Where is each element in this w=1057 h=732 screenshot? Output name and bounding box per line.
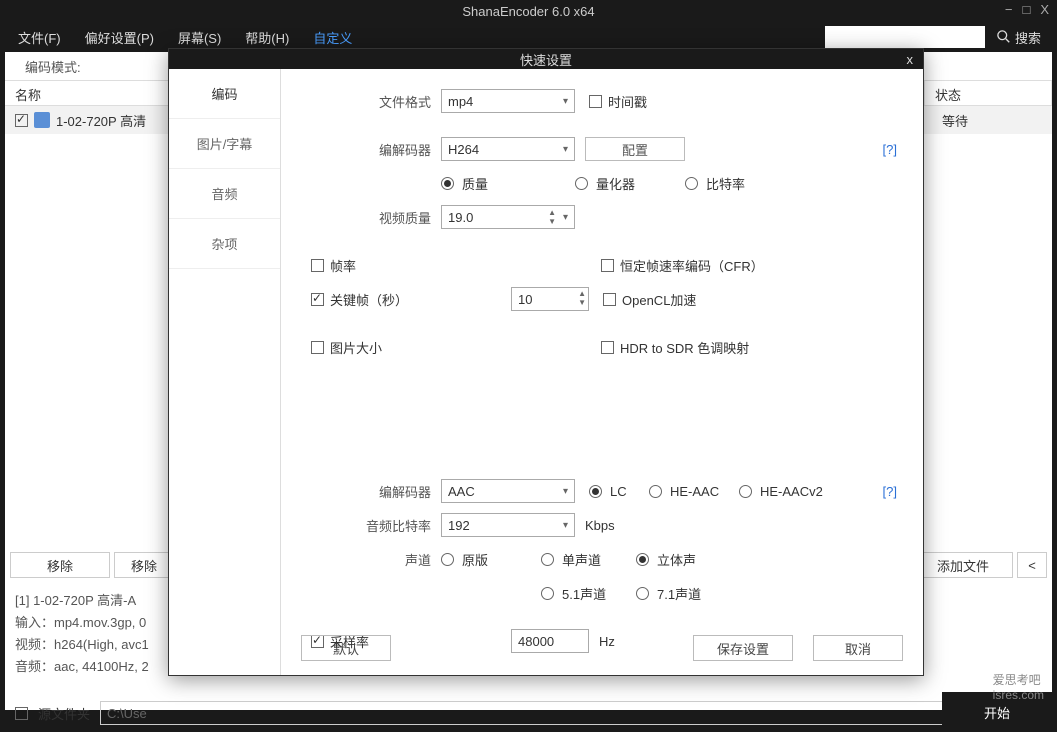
remove-button[interactable]: 移除	[10, 552, 110, 578]
path-input[interactable]: C:\Use	[100, 701, 1042, 725]
quick-settings-modal: 快速设置 x 编码 图片/字幕 音频 杂项 文件格式 mp4 时间戳 编解码器 …	[168, 48, 924, 676]
menu-help[interactable]: 帮助(H)	[235, 24, 299, 51]
radio-bitrate[interactable]	[685, 177, 698, 190]
modal-content: 文件格式 mp4 时间戳 编解码器 H264 配置 [?] 质量 量化器 比特率…	[281, 69, 923, 675]
help-icon[interactable]: [?]	[883, 142, 897, 157]
maximize-icon[interactable]: □	[1022, 2, 1030, 17]
cancel-button[interactable]: 取消	[813, 635, 903, 661]
menu-custom[interactable]: 自定义	[303, 24, 362, 51]
tab-subtitle[interactable]: 图片/字幕	[169, 119, 280, 169]
tab-audio[interactable]: 音频	[169, 169, 280, 219]
expand-button[interactable]: <	[1017, 552, 1047, 578]
info-line-4: 音频：aac, 44100Hz, 2	[15, 656, 149, 678]
modal-close-button[interactable]: x	[907, 52, 914, 67]
menu-file[interactable]: 文件(F)	[8, 24, 71, 51]
audio-codec-label: 编解码器	[301, 482, 441, 501]
cfr-checkbox[interactable]: 恒定帧速率编码（CFR）	[601, 256, 764, 275]
hdr-checkbox[interactable]: HDR to SDR 色调映射	[601, 338, 749, 357]
col-status: 状态	[925, 81, 1052, 105]
radio-heaacv2[interactable]	[739, 485, 752, 498]
opencl-checkbox[interactable]: OpenCL加速	[603, 290, 696, 309]
add-file-button[interactable]: 添加文件	[913, 552, 1013, 578]
minimize-icon[interactable]: −	[1005, 2, 1013, 17]
radio-ch-stereo[interactable]	[636, 553, 649, 566]
info-line-1: [1] 1-02-720P 高清-A	[15, 590, 149, 612]
search-button[interactable]: 搜索	[989, 24, 1049, 51]
radio-quality[interactable]	[441, 177, 454, 190]
close-icon[interactable]: X	[1040, 2, 1049, 17]
menu-screen[interactable]: 屏幕(S)	[168, 24, 231, 51]
video-quality-label: 视频质量	[301, 208, 441, 227]
file-info: [1] 1-02-720P 高清-A 输入：mp4.mov.3gp, 0 视频：…	[15, 590, 149, 678]
fps-checkbox[interactable]: 帧率	[311, 256, 601, 275]
file-status: 等待	[932, 111, 1052, 130]
channel-label: 声道	[301, 550, 441, 569]
radio-ch-71[interactable]	[636, 587, 649, 600]
keyframe-input[interactable]: 10▲▼	[511, 287, 589, 311]
tab-misc[interactable]: 杂项	[169, 219, 280, 269]
radio-ch-51[interactable]	[541, 587, 554, 600]
imagesize-checkbox[interactable]: 图片大小	[311, 338, 601, 357]
audio-codec-select[interactable]: AAC	[441, 479, 575, 503]
kbps-label: Kbps	[585, 518, 615, 533]
default-button[interactable]: 默认	[301, 635, 391, 661]
audio-bitrate-label: 音频比特率	[301, 516, 441, 535]
tab-encode[interactable]: 编码	[169, 69, 280, 119]
video-codec-label: 编解码器	[301, 140, 441, 159]
file-format-select[interactable]: mp4	[441, 89, 575, 113]
keyframe-checkbox[interactable]: 关键帧（秒）	[311, 290, 511, 309]
encode-mode-label: 编码模式:	[25, 57, 81, 76]
search-icon	[997, 30, 1011, 44]
video-codec-select[interactable]: H264	[441, 137, 575, 161]
video-quality-input[interactable]: 19.0▲▼	[441, 205, 575, 229]
search-input[interactable]	[825, 26, 985, 48]
timestamp-checkbox[interactable]: 时间戳	[589, 92, 647, 111]
save-settings-button[interactable]: 保存设置	[693, 635, 793, 661]
watermark: 爱思考吧isres.com	[993, 671, 1044, 702]
menu-prefs[interactable]: 偏好设置(P)	[75, 24, 164, 51]
video-icon	[34, 112, 50, 128]
modal-titlebar: 快速设置 x	[169, 49, 923, 69]
audio-bitrate-select[interactable]: 192	[441, 513, 575, 537]
radio-quantizer[interactable]	[575, 177, 588, 190]
output-path-row: 源文件夹 C:\Use	[15, 700, 1042, 726]
file-format-label: 文件格式	[301, 92, 441, 111]
source-folder-label: 源文件夹	[38, 704, 90, 723]
info-line-2: 输入：mp4.mov.3gp, 0	[15, 612, 149, 634]
remove-button-2[interactable]: 移除	[114, 552, 174, 578]
radio-ch-mono[interactable]	[541, 553, 554, 566]
row-checkbox[interactable]	[15, 114, 28, 127]
radio-lc[interactable]	[589, 485, 602, 498]
radio-heaac[interactable]	[649, 485, 662, 498]
config-button[interactable]: 配置	[585, 137, 685, 161]
modal-title: 快速设置	[520, 50, 572, 69]
help-icon-audio[interactable]: [?]	[883, 484, 897, 499]
radio-ch-orig[interactable]	[441, 553, 454, 566]
modal-tabs: 编码 图片/字幕 音频 杂项	[169, 69, 281, 675]
source-folder-checkbox[interactable]	[15, 707, 28, 720]
window-titlebar: ShanaEncoder 6.0 x64 − □ X	[0, 0, 1057, 22]
info-line-3: 视频：h264(High, avc1	[15, 634, 149, 656]
window-title: ShanaEncoder 6.0 x64	[462, 4, 594, 19]
